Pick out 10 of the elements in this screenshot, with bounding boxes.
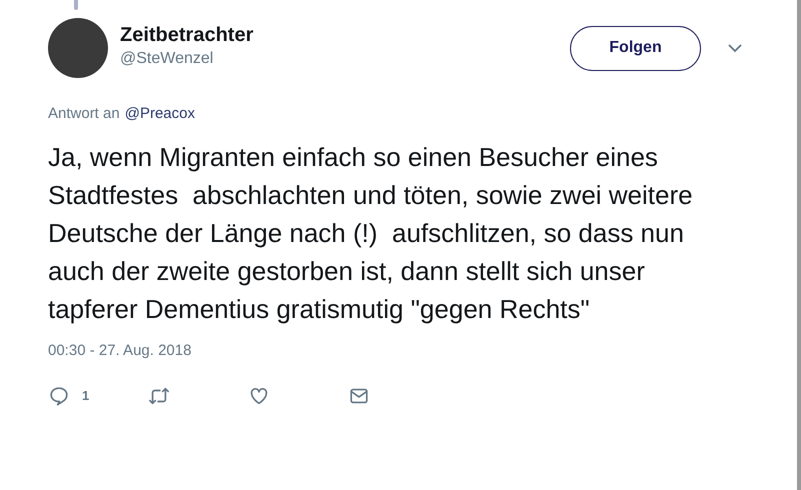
- reply-count: 1: [82, 386, 90, 405]
- follow-button[interactable]: Folgen: [570, 26, 701, 70]
- chevron-down-icon[interactable]: [727, 43, 743, 53]
- speech-bubble-icon[interactable]: [48, 384, 70, 406]
- mention-link[interactable]: @Preacox: [124, 104, 195, 124]
- author-handle[interactable]: @SteWenzel: [120, 48, 254, 70]
- reply-to-label: Antwort an: [48, 104, 120, 124]
- author-name[interactable]: Zeitbetrachter: [120, 22, 254, 48]
- tweet-text: Ja, wenn Migranten einfach so einen Besucher eines Stadtfestes abschlachten und töten, sowie zwei weitere Deutsche der Länge nach (!) aufschlitzen, so dass nun auch der zweite gestorben ist, dann stellt sich unser tapferer Dementius gratismutig "gegen Rechts": [48, 141, 694, 326]
- timestamp[interactable]: 00:30 - 27. Aug. 2018: [48, 340, 757, 362]
